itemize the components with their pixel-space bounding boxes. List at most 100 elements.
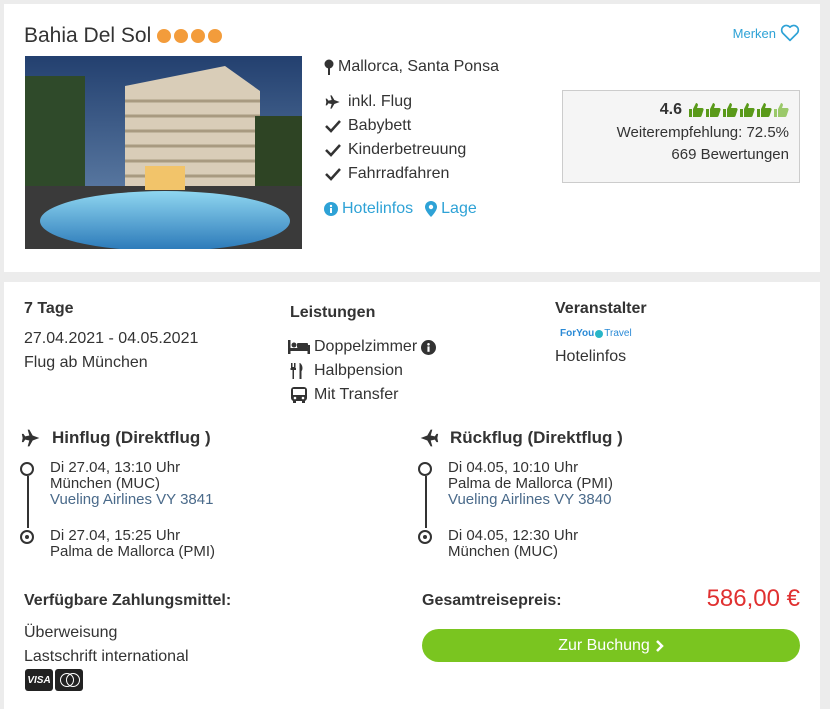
feature-label: Kinderbetreuung xyxy=(348,141,467,158)
thumbs-up-icon xyxy=(689,103,704,117)
map-marker-icon xyxy=(425,201,438,217)
pin-icon xyxy=(595,329,604,338)
star-icon xyxy=(208,29,223,43)
service-label: Doppelzimmer xyxy=(314,338,418,355)
outbound-title-row: Hinflug (Direktflug ) xyxy=(20,428,380,448)
service-item: Doppelzimmer xyxy=(288,335,437,359)
merken-button[interactable]: Merken xyxy=(733,24,800,42)
plane-return-icon xyxy=(420,429,439,447)
plane-departure-icon xyxy=(21,429,40,447)
heart-icon xyxy=(780,24,800,42)
chevron-right-icon xyxy=(655,639,664,652)
rating-thumbs xyxy=(688,102,789,118)
services-list: Doppelzimmer Halbpension Mit Transfer xyxy=(288,335,437,407)
outbound-title: Hinflug (Direktflug ) xyxy=(52,428,211,447)
star-icon xyxy=(191,29,206,43)
outbound-arrival: Di 27.04, 15:25 Uhr Palma de Mallorca (P… xyxy=(20,527,380,560)
thumbs-up-icon xyxy=(757,103,772,117)
feature-label: Babybett xyxy=(348,117,412,134)
reviews-count[interactable]: 669 Bewertungen xyxy=(573,146,789,163)
info-icon[interactable] xyxy=(421,339,437,355)
circle-icon xyxy=(418,462,432,476)
timeline-line xyxy=(425,476,427,528)
feature-label: Fahrradfahren xyxy=(348,165,450,182)
hotelinfos-label: Hotelinfos xyxy=(342,200,414,217)
outbound-arr-time: Di 27.04, 15:25 Uhr xyxy=(50,527,181,544)
outbound-departure: Di 27.04, 13:10 Uhr München (MUC) Vuelin… xyxy=(20,459,380,508)
outbound-flight: Hinflug (Direktflug ) Di 27.04, 13:10 Uh… xyxy=(20,428,380,560)
feature-item: Babybett xyxy=(324,114,466,138)
book-button[interactable]: Zur Buchung xyxy=(422,629,800,662)
service-item: Mit Transfer xyxy=(288,383,436,407)
operator-logo-text: ForYou xyxy=(560,328,595,339)
hotel-image[interactable] xyxy=(25,56,302,249)
lage-link[interactable]: Lage xyxy=(425,200,477,218)
hotel-name[interactable]: Bahia Del Sol xyxy=(24,24,151,48)
return-departure: Di 04.05, 10:10 Uhr Palma de Mallorca (P… xyxy=(418,459,778,508)
timeline-line xyxy=(27,476,29,528)
outbound-timeline: Di 27.04, 13:10 Uhr München (MUC) Vuelin… xyxy=(20,460,380,560)
return-dep-time: Di 04.05, 10:10 Uhr xyxy=(448,459,579,476)
operator-logo: ForYou Travel xyxy=(560,328,632,339)
star-icon xyxy=(157,29,172,43)
return-title-row: Rückflug (Direktflug ) xyxy=(418,428,778,448)
hotel-features: inkl. Flug Babybett Kinderbetreuung Fahr… xyxy=(324,90,466,186)
service-label: Halbpension xyxy=(314,362,403,379)
operator-title: Veranstalter xyxy=(555,300,647,317)
service-label: Mit Transfer xyxy=(314,386,399,403)
return-arr-time: Di 04.05, 12:30 Uhr xyxy=(448,527,579,544)
payment-title: Verfügbare Zahlungsmittel: xyxy=(24,592,232,609)
star-icon xyxy=(174,29,189,43)
feature-label: inkl. Flug xyxy=(348,93,413,110)
outbound-dep-time: Di 27.04, 13:10 Uhr xyxy=(50,459,181,476)
recommendation-text: Weiterempfehlung: 72.5% xyxy=(616,124,789,141)
hotel-title[interactable]: Bahia Del Sol xyxy=(24,24,223,48)
return-title: Rückflug (Direktflug ) xyxy=(450,428,623,447)
outbound-arr-airport: Palma de Mallorca (PMI) xyxy=(50,543,216,560)
return-arr-airport: München (MUC) xyxy=(448,543,559,560)
outbound-airline: Vueling Airlines VY 3841 xyxy=(50,491,214,508)
feature-item: inkl. Flug xyxy=(324,90,466,114)
return-arrival: Di 04.05, 12:30 Uhr München (MUC) xyxy=(418,527,778,560)
trip-departure: Flug ab München xyxy=(24,354,148,371)
services-title: Leistungen xyxy=(290,304,376,321)
operator-hotelinfos-link[interactable]: Hotelinfos xyxy=(555,348,626,366)
hotel-location: Mallorca, Santa Ponsa xyxy=(324,58,499,76)
visa-icon: VISA xyxy=(25,669,53,691)
feature-item: Fahrradfahren xyxy=(324,162,466,186)
lage-label: Lage xyxy=(441,200,477,217)
payment-method: Lastschrift international xyxy=(24,648,189,665)
rating-score: 4.6 xyxy=(659,101,682,118)
check-icon xyxy=(324,167,342,181)
hotel-stars xyxy=(157,29,223,43)
rating-box[interactable]: 4.6 Weiterempfehlung: 72.5% 669 Bewertun… xyxy=(562,90,800,183)
feature-item: Kinderbetreuung xyxy=(324,138,466,162)
map-pin-icon xyxy=(324,59,334,75)
trip-duration: 7 Tage xyxy=(24,300,74,317)
plane-icon xyxy=(324,94,342,110)
circle-icon xyxy=(20,462,34,476)
payment-logos: VISA xyxy=(25,669,83,691)
target-icon xyxy=(20,530,34,544)
operator-logo-text-2: Travel xyxy=(604,328,632,339)
thumbs-up-icon xyxy=(723,103,738,117)
rating-score-row: 4.6 xyxy=(573,101,789,119)
thumbs-up-icon xyxy=(740,103,755,117)
merken-label: Merken xyxy=(732,25,776,41)
info-icon xyxy=(324,202,338,216)
bed-icon xyxy=(288,340,310,354)
payment-method: Überweisung xyxy=(24,624,118,641)
hotel-card: Bahia Del Sol Merken Mallorca, Santa Pon… xyxy=(4,4,820,272)
thumbs-up-half-icon xyxy=(774,103,789,117)
trip-dates: 27.04.2021 - 04.05.2021 xyxy=(24,330,199,347)
book-button-label: Zur Buchung xyxy=(558,636,650,654)
hotel-links: Hotelinfos Lage xyxy=(324,200,477,218)
return-timeline: Di 04.05, 10:10 Uhr Palma de Mallorca (P… xyxy=(418,460,778,560)
hotelinfos-link[interactable]: Hotelinfos xyxy=(324,200,413,218)
thumbs-up-icon xyxy=(706,103,721,117)
outbound-dep-airport: München (MUC) xyxy=(50,475,161,492)
return-dep-airport: Palma de Mallorca (PMI) xyxy=(448,475,614,492)
price-label: Gesamtreisepreis: xyxy=(422,592,562,609)
bus-icon xyxy=(291,387,307,403)
fork-knife-icon xyxy=(290,363,303,379)
